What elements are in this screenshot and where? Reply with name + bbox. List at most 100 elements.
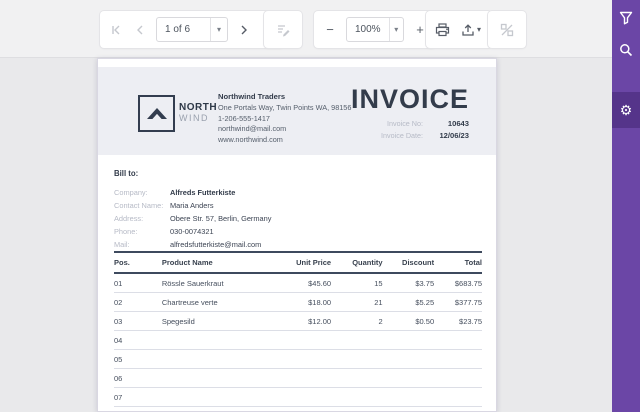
column-header: Quantity xyxy=(331,252,383,273)
field-label: Phone: xyxy=(114,225,170,238)
bill-to-field-row: Contact Name:Maria Anders xyxy=(114,199,271,212)
table-cell xyxy=(331,350,383,369)
toolbar: 1 of 6 ▾ − 1 xyxy=(0,0,612,58)
parameters-group xyxy=(264,11,302,48)
bill-to-field-row: Company:Alfreds Futterkiste xyxy=(114,186,271,199)
table-cell: 05 xyxy=(114,350,162,369)
invoice-title: INVOICE xyxy=(351,85,469,113)
table-cell: 07 xyxy=(114,388,162,407)
invoice-date-value: 12/06/23 xyxy=(423,130,469,142)
table-row: 07 xyxy=(114,388,482,407)
table-row: 04 xyxy=(114,331,482,350)
sidebar-item-settings[interactable]: ⚙ xyxy=(612,92,640,128)
table-cell xyxy=(434,350,482,369)
company-address: One Portals Way, Twin Points WA, 98156 xyxy=(218,103,351,114)
table-cell xyxy=(331,331,383,350)
plus-icon: + xyxy=(416,22,424,37)
table-cell: $45.60 xyxy=(272,273,331,293)
edit-parameters-button[interactable] xyxy=(271,15,295,45)
zoom-level-combobox[interactable]: 100% ▾ xyxy=(346,17,404,42)
table-cell: Chartreuse verte xyxy=(162,293,272,312)
side-panel: ⚙ xyxy=(612,0,640,412)
table-cell xyxy=(162,350,272,369)
table-cell xyxy=(331,407,383,412)
company-logo xyxy=(138,95,175,132)
table-cell: 21 xyxy=(331,293,383,312)
table-cell: $3.75 xyxy=(383,273,435,293)
table-cell xyxy=(434,331,482,350)
field-label: Contact Name: xyxy=(114,199,170,212)
export-icon xyxy=(461,23,475,37)
invoice-number-label: Invoice No: xyxy=(387,118,423,130)
logo-line2: WIND xyxy=(179,113,217,123)
zoom-level-value: 100% xyxy=(347,24,389,35)
table-cell: $12.00 xyxy=(272,312,331,331)
field-value: alfredsfutterkiste@mail.com xyxy=(170,238,261,251)
sidebar-item-search[interactable] xyxy=(612,36,640,68)
company-phone: 1-206-555-1417 xyxy=(218,114,351,125)
table-cell xyxy=(162,407,272,412)
print-layout-button[interactable] xyxy=(495,15,519,45)
table-cell xyxy=(434,369,482,388)
print-button[interactable] xyxy=(430,15,454,45)
table-cell xyxy=(272,369,331,388)
table-cell: $23.75 xyxy=(434,312,482,331)
company-email: northwind@mail.com xyxy=(218,124,351,135)
table-row: 01Rössle Sauerkraut$45.6015$3.75$683.75 xyxy=(114,273,482,293)
edit-parameters-icon xyxy=(276,23,290,37)
table-cell: $377.75 xyxy=(434,293,482,312)
sidebar-item-filter[interactable] xyxy=(612,4,640,36)
print-layout-icon xyxy=(500,23,514,37)
bill-to-field-row: Phone:030-0074321 xyxy=(114,225,271,238)
printer-icon xyxy=(435,23,450,37)
page-number-combobox[interactable]: 1 of 6 ▾ xyxy=(156,17,228,42)
print-export-group: ▾ xyxy=(426,11,492,48)
invoice-date-label: Invoice Date: xyxy=(381,130,423,142)
table-cell: 04 xyxy=(114,331,162,350)
table-cell xyxy=(162,369,272,388)
table-cell xyxy=(331,388,383,407)
minus-icon: − xyxy=(326,22,334,37)
export-button[interactable]: ▾ xyxy=(454,15,488,45)
column-header: Total xyxy=(434,252,482,273)
invoice-number-value: 10643 xyxy=(423,118,469,130)
next-page-button[interactable] xyxy=(232,15,256,45)
field-value: 030-0074321 xyxy=(170,225,214,238)
table-cell xyxy=(162,331,272,350)
logo-line1: NORTH xyxy=(179,103,217,113)
table-cell: 01 xyxy=(114,273,162,293)
field-value: Maria Anders xyxy=(170,199,214,212)
pager-group: 1 of 6 ▾ xyxy=(100,11,284,48)
chevron-down-icon: ▾ xyxy=(389,18,403,41)
invoice-title-block: INVOICE Invoice No: 10643 Invoice Date: … xyxy=(351,85,469,142)
bill-to-heading: Bill to: xyxy=(114,169,271,178)
table-row: 03Spegesild$12.002$0.50$23.75 xyxy=(114,312,482,331)
table-cell: 15 xyxy=(331,273,383,293)
table-cell: 2 xyxy=(331,312,383,331)
column-header: Discount xyxy=(383,252,435,273)
first-page-button[interactable] xyxy=(104,15,128,45)
previous-page-button[interactable] xyxy=(128,15,152,45)
chevron-down-icon: ▾ xyxy=(210,18,227,41)
table-cell: Spegesild xyxy=(162,312,272,331)
table-cell: $683.75 xyxy=(434,273,482,293)
first-page-icon xyxy=(110,24,122,36)
table-body: 01Rössle Sauerkraut$45.6015$3.75$683.750… xyxy=(114,273,482,412)
table-cell xyxy=(434,388,482,407)
table-cell: 03 xyxy=(114,312,162,331)
print-layout-group xyxy=(488,11,526,48)
table-cell xyxy=(272,350,331,369)
table-cell xyxy=(383,407,435,412)
field-label: Mail: xyxy=(114,238,170,251)
bill-to-field-row: Mail:alfredsfutterkiste@mail.com xyxy=(114,238,271,251)
invoice-line-items-table: Pos.Product NameUnit PriceQuantityDiscou… xyxy=(114,251,482,412)
page-number-value: 1 of 6 xyxy=(157,24,210,35)
table-cell: $0.50 xyxy=(383,312,435,331)
table-row: 02Chartreuse verte$18.0021$5.25$377.75 xyxy=(114,293,482,312)
zoom-out-button[interactable]: − xyxy=(318,15,342,45)
bill-to-field-row: Address:Obere Str. 57, Berlin, Germany xyxy=(114,212,271,225)
field-label: Company: xyxy=(114,186,170,199)
column-header: Unit Price xyxy=(272,252,331,273)
table-cell xyxy=(434,407,482,412)
search-icon xyxy=(619,43,633,62)
